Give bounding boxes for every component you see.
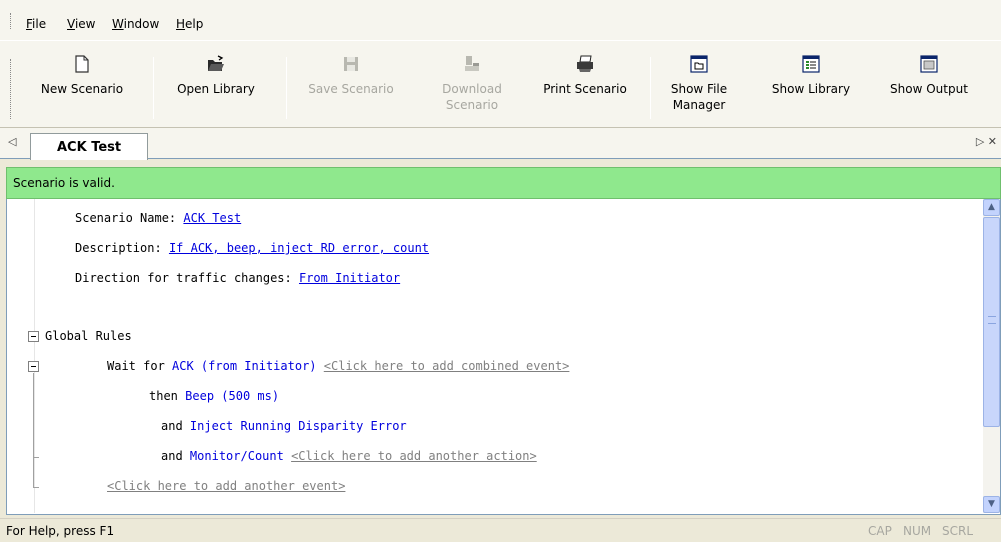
scenario-name-link[interactable]: ACK Test (183, 211, 241, 225)
save-scenario-button[interactable]: Save Scenario (292, 41, 410, 129)
inject-error-action-link[interactable]: Inject Running Disparity Error (190, 419, 407, 433)
toolbar-separator (153, 57, 154, 119)
open-library-button[interactable]: Open Library (160, 41, 272, 129)
scroll-lock-indicator: SCRL (942, 524, 974, 538)
and-line-2: and Monitor/Count <Click here to add ano… (161, 449, 537, 463)
show-file-manager-label-1: Show File (670, 82, 728, 96)
file-manager-icon (690, 55, 708, 73)
download-icon (463, 55, 481, 73)
scenario-name-label: Scenario Name: (75, 211, 177, 225)
description-link[interactable]: If ACK, beep, inject RD error, count (169, 241, 429, 255)
print-scenario-label: Print Scenario (543, 82, 627, 96)
collapse-global-rules-icon[interactable] (28, 331, 39, 342)
tab-label: ACK Test (57, 140, 122, 155)
scroll-up-icon[interactable]: ▲ (983, 199, 1000, 216)
open-library-label: Open Library (177, 82, 255, 96)
wait-for-line: Wait for ACK (from Initiator) <Click her… (107, 359, 569, 373)
save-scenario-label: Save Scenario (308, 82, 394, 96)
show-output-label: Show Output (890, 82, 968, 96)
editor-gutter (7, 199, 35, 513)
description-line: Description: If ACK, beep, inject RD err… (75, 241, 429, 255)
num-lock-indicator: NUM (903, 524, 932, 538)
menu-bar: File View Window Help (0, 0, 1001, 40)
menu-window[interactable]: Window (112, 17, 159, 31)
menu-file[interactable]: File (26, 17, 46, 31)
print-scenario-button[interactable]: Print Scenario (528, 41, 642, 129)
save-disk-icon (342, 55, 360, 73)
new-document-icon (73, 55, 91, 73)
wait-for-keyword: Wait for (107, 359, 165, 373)
and-keyword: and (161, 449, 183, 463)
toolbar-separator (650, 57, 651, 119)
menu-view[interactable]: View (67, 17, 95, 31)
vertical-scrollbar[interactable]: ▲ ▼ (983, 199, 1000, 513)
scenario-name-line: Scenario Name: ACK Test (75, 211, 241, 225)
printer-icon (576, 55, 594, 73)
download-scenario-button[interactable]: Download Scenario (422, 41, 522, 129)
show-library-button[interactable]: Show Library (756, 41, 866, 129)
event-link[interactable]: ACK (from Initiator) (172, 359, 317, 373)
monitor-count-action-link[interactable]: Monitor/Count (190, 449, 284, 463)
scenario-editor: Scenario Name: ACK Test Description: If … (6, 199, 1001, 515)
tree-connector (33, 457, 39, 458)
caps-lock-indicator: CAP (868, 524, 892, 538)
collapse-event-icon[interactable] (28, 361, 39, 372)
download-scenario-label-2: Scenario (445, 98, 499, 112)
scroll-tabs-right-icon[interactable]: ▷ ✕ (976, 135, 997, 148)
and-keyword: and (161, 419, 183, 433)
add-combined-event-link[interactable]: <Click here to add combined event> (324, 359, 570, 373)
open-folder-icon (207, 55, 225, 73)
and-line-1: and Inject Running Disparity Error (161, 419, 407, 433)
show-file-manager-label-2: Manager (672, 98, 726, 112)
output-window-icon (920, 55, 938, 73)
validation-message: Scenario is valid. (13, 176, 115, 190)
direction-line: Direction for traffic changes: From Init… (75, 271, 400, 285)
validation-status-bar: Scenario is valid. (6, 167, 1001, 199)
tab-ack-test[interactable]: ACK Test (30, 133, 148, 160)
show-file-manager-button[interactable]: Show File Manager (656, 41, 742, 129)
global-rules-header: Global Rules (45, 329, 132, 343)
scrollbar-thumb[interactable] (983, 217, 1000, 427)
scroll-tabs-left-icon[interactable]: ◁ (8, 135, 16, 148)
status-help-text: For Help, press F1 (6, 524, 115, 538)
document-tab-strip: ◁ ACK Test ▷ ✕ (0, 128, 1001, 160)
status-bar: For Help, press F1 CAP NUM SCRL (0, 518, 1001, 542)
tree-connector (33, 373, 34, 487)
thumb-grip (988, 316, 996, 324)
then-line: then Beep (500 ms) (149, 389, 279, 403)
add-another-event-link[interactable]: <Click here to add another event> (107, 479, 345, 493)
menu-help[interactable]: Help (176, 17, 203, 31)
show-output-button[interactable]: Show Output (876, 41, 982, 129)
menu-grip[interactable] (10, 13, 13, 29)
new-scenario-label: New Scenario (40, 82, 124, 96)
new-scenario-button[interactable]: New Scenario (26, 41, 138, 129)
add-event-line: <Click here to add another event> (107, 479, 345, 493)
add-another-action-link[interactable]: <Click here to add another action> (291, 449, 537, 463)
beep-action-link[interactable]: Beep (500 ms) (185, 389, 279, 403)
toolbar-separator (286, 57, 287, 119)
toolbar-grip[interactable] (10, 59, 13, 119)
show-library-label: Show Library (771, 82, 851, 96)
tree-connector (33, 487, 39, 488)
toolbar: New Scenario Open Library Save Scenario … (0, 40, 1001, 128)
direction-label: Direction for traffic changes: (75, 271, 292, 285)
scroll-down-icon[interactable]: ▼ (983, 496, 1000, 513)
description-label: Description: (75, 241, 162, 255)
library-icon (802, 55, 820, 73)
download-scenario-label-1: Download (442, 82, 502, 96)
direction-link[interactable]: From Initiator (299, 271, 400, 285)
then-keyword: then (149, 389, 178, 403)
